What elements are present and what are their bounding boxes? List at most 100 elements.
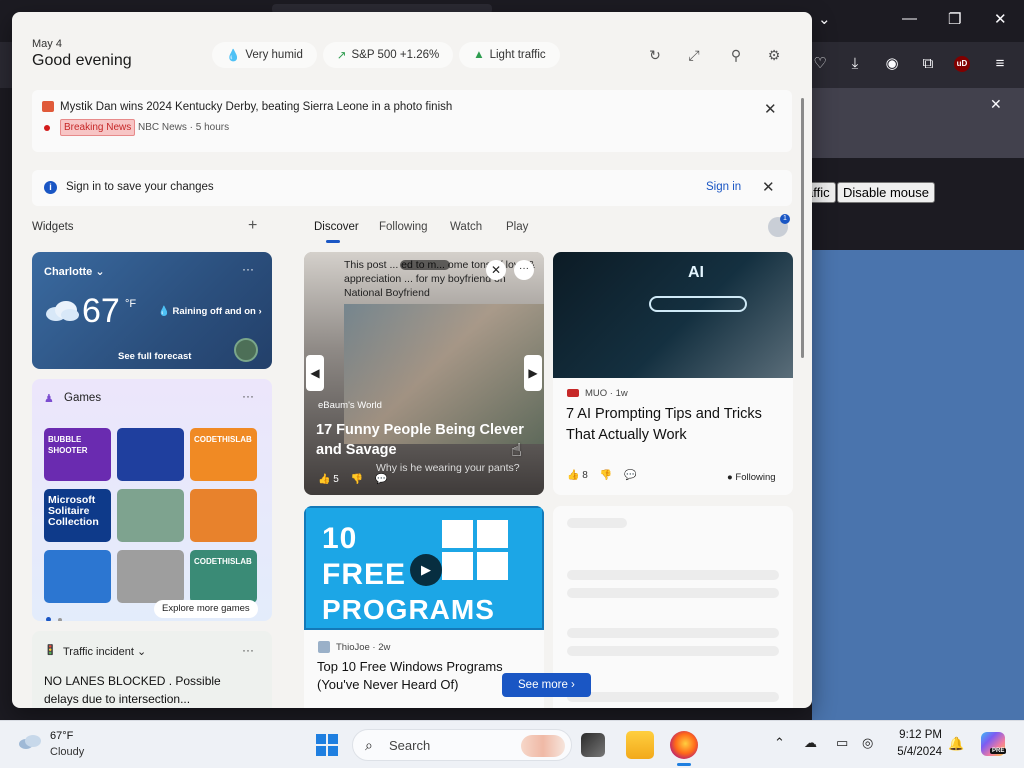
refresh-icon[interactable]: ↻ (646, 46, 664, 64)
close-icon[interactable]: ✕ (486, 260, 506, 280)
hamburger-menu-icon[interactable]: ≡ (990, 54, 1010, 74)
weather-widget[interactable]: Charlotte ⌄ ··· 67 °F 💧 Raining off and … (32, 252, 272, 369)
ublock-icon[interactable]: uD (954, 56, 970, 72)
greeting: Good evening (32, 52, 132, 69)
game-tile[interactable]: CODETHISLAB (190, 428, 257, 481)
more-options-icon[interactable]: ··· (242, 262, 254, 276)
radar-icon[interactable] (234, 338, 258, 362)
weather-city[interactable]: Charlotte ⌄ (44, 265, 105, 278)
feed-card-funny-people[interactable]: This post ... ed to m... ome tons of lov… (304, 252, 544, 495)
chevron-down-icon[interactable]: ⌄ (818, 10, 831, 28)
more-options-icon[interactable]: ··· (514, 260, 534, 280)
close-window-icon[interactable]: ✕ (994, 10, 1007, 28)
previous-arrow-icon[interactable]: ◀ (306, 355, 324, 391)
taskbar-search[interactable]: ⌕ Search (352, 729, 572, 761)
pocket-icon[interactable]: ♡ (810, 54, 830, 74)
taskbar-temp[interactable]: 67°F (50, 730, 73, 742)
more-options-icon[interactable]: ··· (242, 389, 254, 403)
water-drop-icon: 💧 (226, 50, 241, 62)
tab-watch[interactable]: Watch (450, 221, 482, 233)
breaking-headline[interactable]: Mystik Dan wins 2024 Kentucky Derby, bea… (60, 101, 452, 113)
skeleton-line (567, 646, 779, 656)
humidity-pill[interactable]: 💧 Very humid (212, 42, 317, 68)
car-icon: ▲ (473, 49, 485, 61)
stock-up-icon: ↗ (336, 50, 347, 62)
game-tile[interactable]: CODETHISLAB (190, 550, 257, 603)
game-tile[interactable] (117, 428, 184, 481)
pill-label: Very humid (245, 49, 303, 61)
dislike-icon[interactable]: 👎 (600, 470, 612, 481)
card-title[interactable]: 7 AI Prompting Tips and Tricks That Actu… (566, 404, 781, 446)
tab-following[interactable]: Following (379, 221, 428, 233)
game-tile[interactable] (117, 489, 184, 542)
active-tab-indicator (326, 240, 340, 243)
minimize-icon[interactable]: — (902, 10, 917, 27)
game-tile-label: BUBBLE SHOOTER (48, 435, 88, 455)
network-icon[interactable]: ◎ (862, 735, 873, 751)
close-icon[interactable]: ✕ (764, 100, 777, 118)
close-icon[interactable]: ✕ (762, 178, 775, 196)
add-widget-icon[interactable]: + (248, 217, 257, 235)
game-tile[interactable] (190, 489, 257, 542)
bell-icon[interactable]: 🔔 (948, 736, 964, 752)
source-logo-icon (567, 389, 579, 397)
signin-link[interactable]: Sign in (706, 181, 741, 193)
extensions-icon[interactable]: ⧉ (918, 54, 938, 74)
following-badge[interactable]: ● Following (727, 472, 776, 483)
clock-time[interactable]: 9:12 PM (896, 729, 942, 741)
game-tile[interactable] (117, 550, 184, 603)
taskbar: 67°F Cloudy ⌕ Search ⌃ ☁ ▭ ◎ 9:12 PM 5/4… (0, 720, 1024, 768)
search-icon: ⌕ (365, 737, 373, 753)
feed-card-ai-tips[interactable]: AI MUO · 1w 7 AI Prompting Tips and Tric… (553, 252, 793, 495)
cloud-icon[interactable] (18, 734, 42, 750)
photo-pager (400, 260, 450, 270)
forecast-link[interactable]: See full forecast (118, 351, 191, 362)
traffic-widget[interactable]: 🚦 Traffic incident ⌄ ··· NO LANES BLOCKE… (32, 631, 272, 708)
stock-pill[interactable]: ↗ S&P 500 +1.26% (322, 42, 454, 68)
dislike-icon[interactable]: 👎 (351, 474, 363, 485)
like-button[interactable]: 👍 8 (567, 470, 588, 481)
firefox-icon[interactable] (670, 731, 698, 759)
game-tile[interactable]: BUBBLE SHOOTER (44, 428, 111, 481)
comment-icon[interactable]: 💬 (375, 474, 387, 485)
pin-icon[interactable]: ⚲ (727, 46, 745, 64)
breaking-news-banner[interactable]: Mystik Dan wins 2024 Kentucky Derby, bea… (32, 90, 792, 152)
play-icon[interactable]: ▶ (410, 554, 442, 586)
games-icon: ♟ (44, 393, 54, 405)
signin-message: Sign in to save your changes (66, 181, 214, 193)
gear-icon[interactable]: ⚙ (765, 46, 783, 64)
photo-input-graphic (649, 296, 747, 312)
next-arrow-icon[interactable]: ▶ (524, 355, 542, 391)
disable-mouse-button[interactable]: Disable mouse (837, 182, 935, 203)
explore-games-button[interactable]: Explore more games (154, 600, 258, 618)
file-explorer-icon[interactable] (626, 731, 654, 759)
pager-dots[interactable] (46, 609, 63, 621)
task-view-icon[interactable] (581, 733, 605, 757)
restore-icon[interactable]: ❐ (948, 10, 961, 28)
game-tile[interactable] (44, 550, 111, 603)
game-tile[interactable]: Microsoft Solitaire Collection (44, 489, 111, 542)
download-icon[interactable]: ⤓ (845, 54, 865, 74)
traffic-label[interactable]: Traffic incident ⌄ (63, 645, 146, 658)
comment-icon[interactable]: 💬 (624, 470, 636, 481)
taskbar-condition[interactable]: Cloudy (50, 746, 84, 758)
like-button[interactable]: 👍 5 (318, 474, 339, 485)
start-button[interactable] (316, 734, 338, 756)
more-options-icon[interactable]: ··· (242, 643, 254, 657)
display-icon[interactable]: ▭ (836, 735, 848, 751)
close-icon[interactable]: ✕ (990, 96, 1002, 113)
card-source: MUO · 1w (585, 388, 628, 399)
weather-condition[interactable]: 💧 Raining off and on › (158, 306, 262, 317)
expand-icon[interactable]: ⤢ (685, 46, 703, 64)
tab-play[interactable]: Play (506, 221, 528, 233)
chevron-up-icon[interactable]: ⌃ (774, 735, 785, 751)
traffic-pill[interactable]: ▲ Light traffic (459, 42, 560, 68)
onedrive-icon[interactable]: ☁ (804, 735, 817, 751)
card-title[interactable]: 17 Funny People Being Clever and Savage (316, 420, 542, 460)
clock-date[interactable]: 5/4/2024 (890, 746, 942, 758)
account-icon[interactable]: ◉ (882, 54, 902, 74)
scrollbar[interactable] (801, 98, 804, 358)
news-source: NBC News · 5 hours (138, 122, 230, 133)
see-more-button[interactable]: See more › (502, 673, 591, 697)
tab-discover[interactable]: Discover (314, 221, 359, 233)
